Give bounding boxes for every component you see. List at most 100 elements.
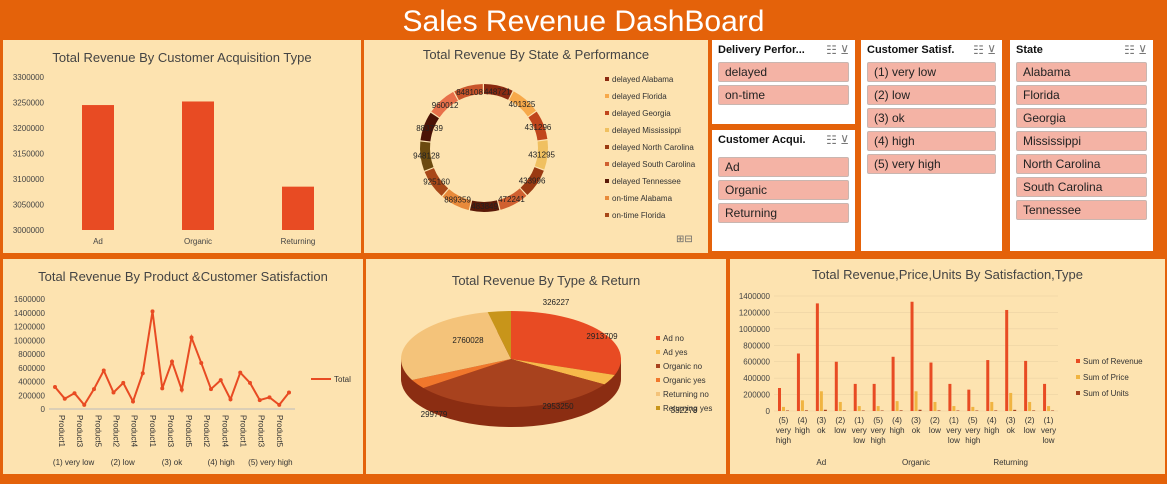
- legend-nav-icon[interactable]: ⊞⊟: [676, 234, 693, 245]
- slicer-item[interactable]: Organic: [718, 180, 849, 200]
- data-label: 326227: [543, 298, 570, 307]
- multi-select-icon[interactable]: ☷: [826, 43, 837, 57]
- slicer-item[interactable]: Alabama: [1016, 62, 1147, 82]
- x-tick-label: ok: [817, 426, 826, 435]
- x-tick-label: Product3: [257, 415, 266, 448]
- legend-label: delayed Tennessee: [612, 177, 681, 186]
- slicer-item[interactable]: Ad: [718, 157, 849, 177]
- legend-swatch: [605, 196, 609, 200]
- y-tick-label: 800000: [18, 350, 45, 359]
- slicer-item[interactable]: Returning: [718, 203, 849, 223]
- x-tick-label: Ad: [93, 237, 103, 246]
- bar: [918, 409, 922, 411]
- slicer-item[interactable]: South Carolina: [1016, 177, 1147, 197]
- clear-filter-icon[interactable]: ⊻: [987, 43, 996, 57]
- x-tick-label: Product2: [111, 415, 120, 448]
- legend-label: Organic yes: [663, 376, 706, 385]
- satisfaction-slicer[interactable]: Customer Satisf... ☷ ⊻ (1) very low (2) l…: [861, 40, 1002, 251]
- bar: [182, 101, 214, 230]
- x-tick-label: (2): [1025, 416, 1035, 425]
- bar: [975, 410, 979, 411]
- bar: [1051, 410, 1055, 411]
- group-label: (4) high: [208, 458, 235, 467]
- slicer-item[interactable]: Florida: [1016, 85, 1147, 105]
- slicer-item[interactable]: on-time: [718, 85, 849, 105]
- acquisition-chart-panel[interactable]: Total Revenue By Customer Acquisition Ty…: [3, 40, 361, 253]
- data-point: [189, 335, 194, 340]
- x-tick-label: high: [795, 426, 810, 435]
- x-tick-label: Product3: [166, 415, 175, 448]
- clear-filter-icon[interactable]: ⊻: [840, 133, 849, 147]
- bar: [82, 105, 114, 230]
- slicer-item[interactable]: (4) high: [867, 131, 996, 151]
- data-point: [82, 402, 87, 407]
- data-point: [287, 390, 291, 395]
- bar: [1028, 401, 1032, 411]
- multi-select-icon[interactable]: ☷: [1124, 43, 1135, 57]
- data-point: [131, 399, 135, 404]
- legend-swatch: [1076, 359, 1080, 363]
- slicer-item[interactable]: (2) low: [867, 85, 996, 105]
- y-tick-label: 1200000: [739, 308, 771, 317]
- data-label: 448721: [484, 88, 511, 97]
- acquisition-bar-chart: 3300000 3250000 3200000 3150000 3100000 30500…: [13, 73, 316, 246]
- product-satisfaction-panel[interactable]: Total Revenue By Product &Customer Satis…: [3, 259, 363, 474]
- data-point: [160, 386, 165, 391]
- x-tick-label: Product1: [148, 415, 157, 448]
- data-label: 2953250: [542, 402, 574, 411]
- legend-label: delayed North Carolina: [612, 143, 694, 152]
- data-label: 925160: [423, 177, 450, 186]
- clear-filter-icon[interactable]: ⊻: [1138, 43, 1147, 57]
- multi-select-icon[interactable]: ☷: [973, 43, 984, 57]
- slicer-item[interactable]: Tennessee: [1016, 200, 1147, 220]
- bar: [861, 410, 865, 411]
- bar: [804, 410, 808, 411]
- bar: [842, 410, 846, 411]
- type-return-panel[interactable]: Total Revenue By Type & Return 2913709 33…: [366, 259, 726, 474]
- slicer-item[interactable]: (3) ok: [867, 108, 996, 128]
- slicer-item[interactable]: Georgia: [1016, 108, 1147, 128]
- bar: [952, 406, 956, 411]
- y-tick-label: 1200000: [14, 323, 46, 332]
- legend-label: delayed Alabama: [612, 75, 674, 84]
- bar: [838, 401, 842, 411]
- legend-swatch: [605, 179, 609, 183]
- slicer-item[interactable]: delayed: [718, 62, 849, 82]
- data-point: [111, 390, 116, 395]
- slicer-item[interactable]: (5) very high: [867, 154, 996, 174]
- slicer-item[interactable]: Mississippi: [1016, 131, 1147, 151]
- dashboard-title: Sales Revenue DashBoard: [402, 5, 765, 38]
- legend-label: Sum of Price: [1083, 373, 1129, 382]
- bar: [1024, 360, 1028, 411]
- data-label: 431296: [525, 123, 552, 132]
- bar: [815, 303, 819, 411]
- acquisition-slicer[interactable]: Customer Acqui... ☷ ⊻ Ad Organic Returning: [712, 130, 855, 251]
- slicer-header: State: [1016, 44, 1043, 56]
- multi-select-icon[interactable]: ☷: [826, 133, 837, 147]
- state-performance-panel[interactable]: Total Revenue By State & Performance 448…: [364, 40, 708, 253]
- delivery-slicer[interactable]: Delivery Perfor... ☷ ⊻ delayed on-time: [712, 40, 855, 124]
- clear-filter-icon[interactable]: ⊻: [840, 43, 849, 57]
- y-tick-label: 3100000: [13, 175, 45, 184]
- slicer-item[interactable]: (1) very low: [867, 62, 996, 82]
- slicer-item[interactable]: North Carolina: [1016, 154, 1147, 174]
- state-slicer[interactable]: State ☷ ⊻ Alabama Florida Georgia Mississip…: [1010, 40, 1153, 251]
- legend-swatch: [656, 378, 660, 382]
- data-point: [101, 368, 106, 373]
- data-point: [277, 402, 282, 407]
- x-tick-label: (3): [911, 416, 921, 425]
- legend-swatch: [656, 392, 660, 396]
- y-tick-label: 3250000: [13, 99, 45, 108]
- y-tick-label: 1000000: [739, 325, 771, 334]
- bar: [872, 383, 876, 411]
- x-tick-label: very: [776, 426, 791, 435]
- bar: [986, 360, 990, 411]
- data-label: 431295: [528, 150, 555, 159]
- y-tick-label: 1400000: [739, 292, 771, 301]
- x-tick-label: Product1: [57, 415, 66, 448]
- y-tick-label: 3300000: [13, 73, 45, 82]
- data-label: 2760028: [452, 336, 484, 345]
- revenue-price-units-panel[interactable]: Total Revenue,Price,Units By Satisfactio…: [730, 259, 1165, 474]
- data-label: 483849: [471, 202, 498, 211]
- bar: [914, 391, 918, 411]
